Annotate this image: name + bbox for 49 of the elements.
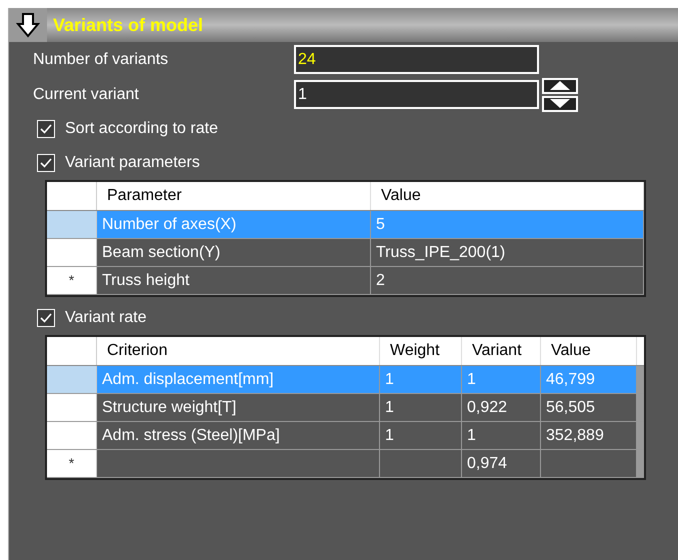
table-cell: 1 xyxy=(462,422,541,449)
table-cell: 56,505 xyxy=(541,394,637,421)
row-header[interactable]: * xyxy=(47,450,97,477)
input-field[interactable]: 1 xyxy=(294,80,539,109)
table-cell: Number of axes(X) xyxy=(97,211,371,238)
arrow-down-icon xyxy=(16,12,40,38)
table-cell: Adm. displacement[mm] xyxy=(97,366,380,393)
checkbox-label: Variant rate xyxy=(65,308,147,328)
table-cell: 352,889 xyxy=(541,422,637,449)
row-header[interactable]: * xyxy=(47,267,97,294)
checkbox-label: Variant parameters xyxy=(65,153,200,173)
table-cell: Beam section(Y) xyxy=(97,239,371,266)
row-marker: * xyxy=(68,454,74,473)
table-cell: Adm. stress (Steel)[MPa] xyxy=(97,422,380,449)
checkbox[interactable] xyxy=(37,120,55,138)
spin-up-button[interactable] xyxy=(542,78,578,94)
checkbox[interactable] xyxy=(37,309,55,327)
collapse-toggle[interactable] xyxy=(9,8,47,42)
field-label: Current variant xyxy=(32,84,140,104)
table-cell: 0,922 xyxy=(462,394,541,421)
column-header[interactable]: Value xyxy=(541,337,637,365)
column-header[interactable]: Value xyxy=(371,182,644,210)
check-icon xyxy=(40,313,52,323)
input-field[interactable]: 24 xyxy=(294,45,539,74)
column-header[interactable]: Weight xyxy=(380,337,462,365)
table-cell: 2 xyxy=(371,267,644,294)
table-cell: 1 xyxy=(462,366,541,393)
table-cell: 1 xyxy=(380,394,462,421)
table-cell: 1 xyxy=(380,422,462,449)
checkbox-label: Sort according to rate xyxy=(65,119,218,139)
table-cell: 46,799 xyxy=(541,366,637,393)
table-cell: 5 xyxy=(371,211,644,238)
column-header[interactable]: Criterion xyxy=(97,337,380,365)
checkbox[interactable] xyxy=(37,154,55,172)
field-label: Number of variants xyxy=(32,50,170,70)
down-triangle-icon xyxy=(550,99,570,108)
table-cell: Truss_IPE_200(1) xyxy=(371,239,644,266)
check-icon xyxy=(40,158,52,168)
row-marker: * xyxy=(68,271,74,290)
up-triangle-icon xyxy=(550,81,570,90)
column-header[interactable]: Variant xyxy=(462,337,541,365)
table-cell: Truss height xyxy=(97,267,371,294)
table-cell: Structure weight[T] xyxy=(97,394,380,421)
column-header[interactable]: Parameter xyxy=(97,182,371,210)
table-cell: 1 xyxy=(380,366,462,393)
table-cell: 0,974 xyxy=(462,450,541,477)
spin-down-button[interactable] xyxy=(542,96,578,112)
section-title: Variants of model xyxy=(53,14,204,36)
check-icon xyxy=(40,124,52,134)
